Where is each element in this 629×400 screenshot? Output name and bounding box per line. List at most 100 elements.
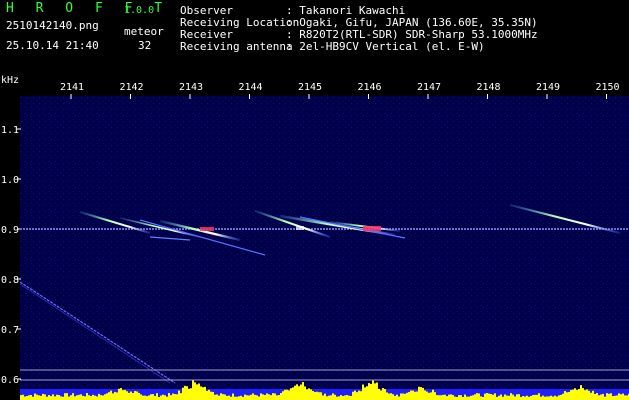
level-bar (318, 392, 320, 400)
level-bar (56, 394, 58, 400)
level-bar (596, 392, 598, 400)
level-bar (100, 395, 102, 400)
level-bar (114, 391, 116, 400)
level-bar (290, 388, 292, 400)
level-bar (432, 389, 434, 400)
level-bar (266, 393, 268, 400)
level-bar (30, 394, 32, 400)
level-bar (616, 395, 618, 400)
level-bar (48, 395, 50, 400)
level-bar (256, 395, 258, 400)
level-bar (572, 389, 574, 400)
level-bar (452, 395, 454, 400)
level-bar (552, 396, 554, 400)
level-bar (446, 396, 448, 400)
level-bar (454, 396, 456, 400)
level-bar (36, 394, 38, 400)
level-bar (338, 396, 340, 400)
level-bar (72, 393, 74, 400)
app-version: 1.0.0 (124, 5, 155, 16)
level-bar (436, 395, 438, 400)
level-bar (614, 395, 616, 400)
level-bar (194, 382, 196, 400)
level-bar (126, 391, 128, 400)
level-bar (106, 393, 108, 400)
spectrogram: kHz 2141 2142 2143 2144 2145 2146 2147 2148 2149… (0, 75, 629, 400)
level-bar (102, 395, 104, 400)
meteor-count: 32 (138, 39, 152, 52)
level-bar (118, 388, 120, 400)
level-bar (618, 393, 620, 400)
level-bar (510, 393, 512, 400)
level-bar (218, 395, 220, 400)
level-bar (238, 396, 240, 400)
level-bar (172, 393, 174, 400)
level-bar (604, 396, 606, 400)
x-tick-label: 2144 (239, 82, 263, 93)
level-bar (240, 395, 242, 400)
level-bar (504, 394, 506, 400)
level-bar (590, 392, 592, 400)
level-bar (460, 395, 462, 400)
level-bar (588, 390, 590, 400)
level-bar (408, 392, 410, 400)
level-bar (42, 393, 44, 400)
level-bar (470, 395, 472, 400)
level-bar (314, 392, 316, 400)
level-bar (244, 394, 246, 400)
level-bar (310, 389, 312, 400)
level-bar (70, 395, 72, 400)
level-bar (326, 396, 328, 400)
level-bar (372, 380, 374, 400)
x-tick-label: 2145 (298, 82, 322, 93)
level-bar (76, 395, 78, 400)
level-bar (398, 396, 400, 400)
level-bar (564, 391, 566, 400)
image-filename: 2510142140.png (6, 19, 99, 32)
level-bar (282, 391, 284, 400)
level-bar (394, 395, 396, 400)
level-bar (576, 390, 578, 400)
level-bar (478, 393, 480, 400)
level-bar (500, 394, 502, 400)
level-bar (344, 395, 346, 400)
header-panel: H R O F F T 1.0.0 2510142140.png meteor … (0, 0, 629, 75)
level-bar (220, 393, 222, 400)
level-bar (132, 393, 134, 400)
level-bar (262, 394, 264, 400)
level-bar (44, 394, 46, 400)
meteor-label: meteor (124, 25, 164, 38)
level-bar (154, 395, 156, 400)
level-bar (174, 394, 176, 400)
level-bar (40, 395, 42, 400)
level-bar (88, 395, 90, 400)
level-bar (104, 394, 106, 400)
level-bar (488, 393, 490, 400)
level-bar (506, 395, 508, 400)
level-bar (170, 395, 172, 400)
level-bar (560, 394, 562, 400)
level-bar (600, 394, 602, 400)
level-bar (592, 390, 594, 400)
level-bar (472, 395, 474, 400)
level-bar (94, 395, 96, 400)
level-bar (428, 392, 430, 400)
level-bar (168, 393, 170, 400)
level-bar (554, 395, 556, 400)
level-bar (362, 384, 364, 400)
level-bar (468, 396, 470, 400)
level-bar (304, 386, 306, 400)
level-bar (74, 396, 76, 400)
level-bar (324, 393, 326, 400)
level-bar (540, 396, 542, 400)
level-bar (64, 393, 66, 400)
level-bar (494, 393, 496, 400)
level-bar (176, 394, 178, 400)
level-bar (296, 384, 298, 400)
level-bar (516, 394, 518, 400)
spectrogram-field (20, 96, 629, 400)
level-bar (562, 393, 564, 400)
level-bar (426, 391, 428, 400)
level-bar (306, 389, 308, 400)
level-bar (156, 393, 158, 400)
